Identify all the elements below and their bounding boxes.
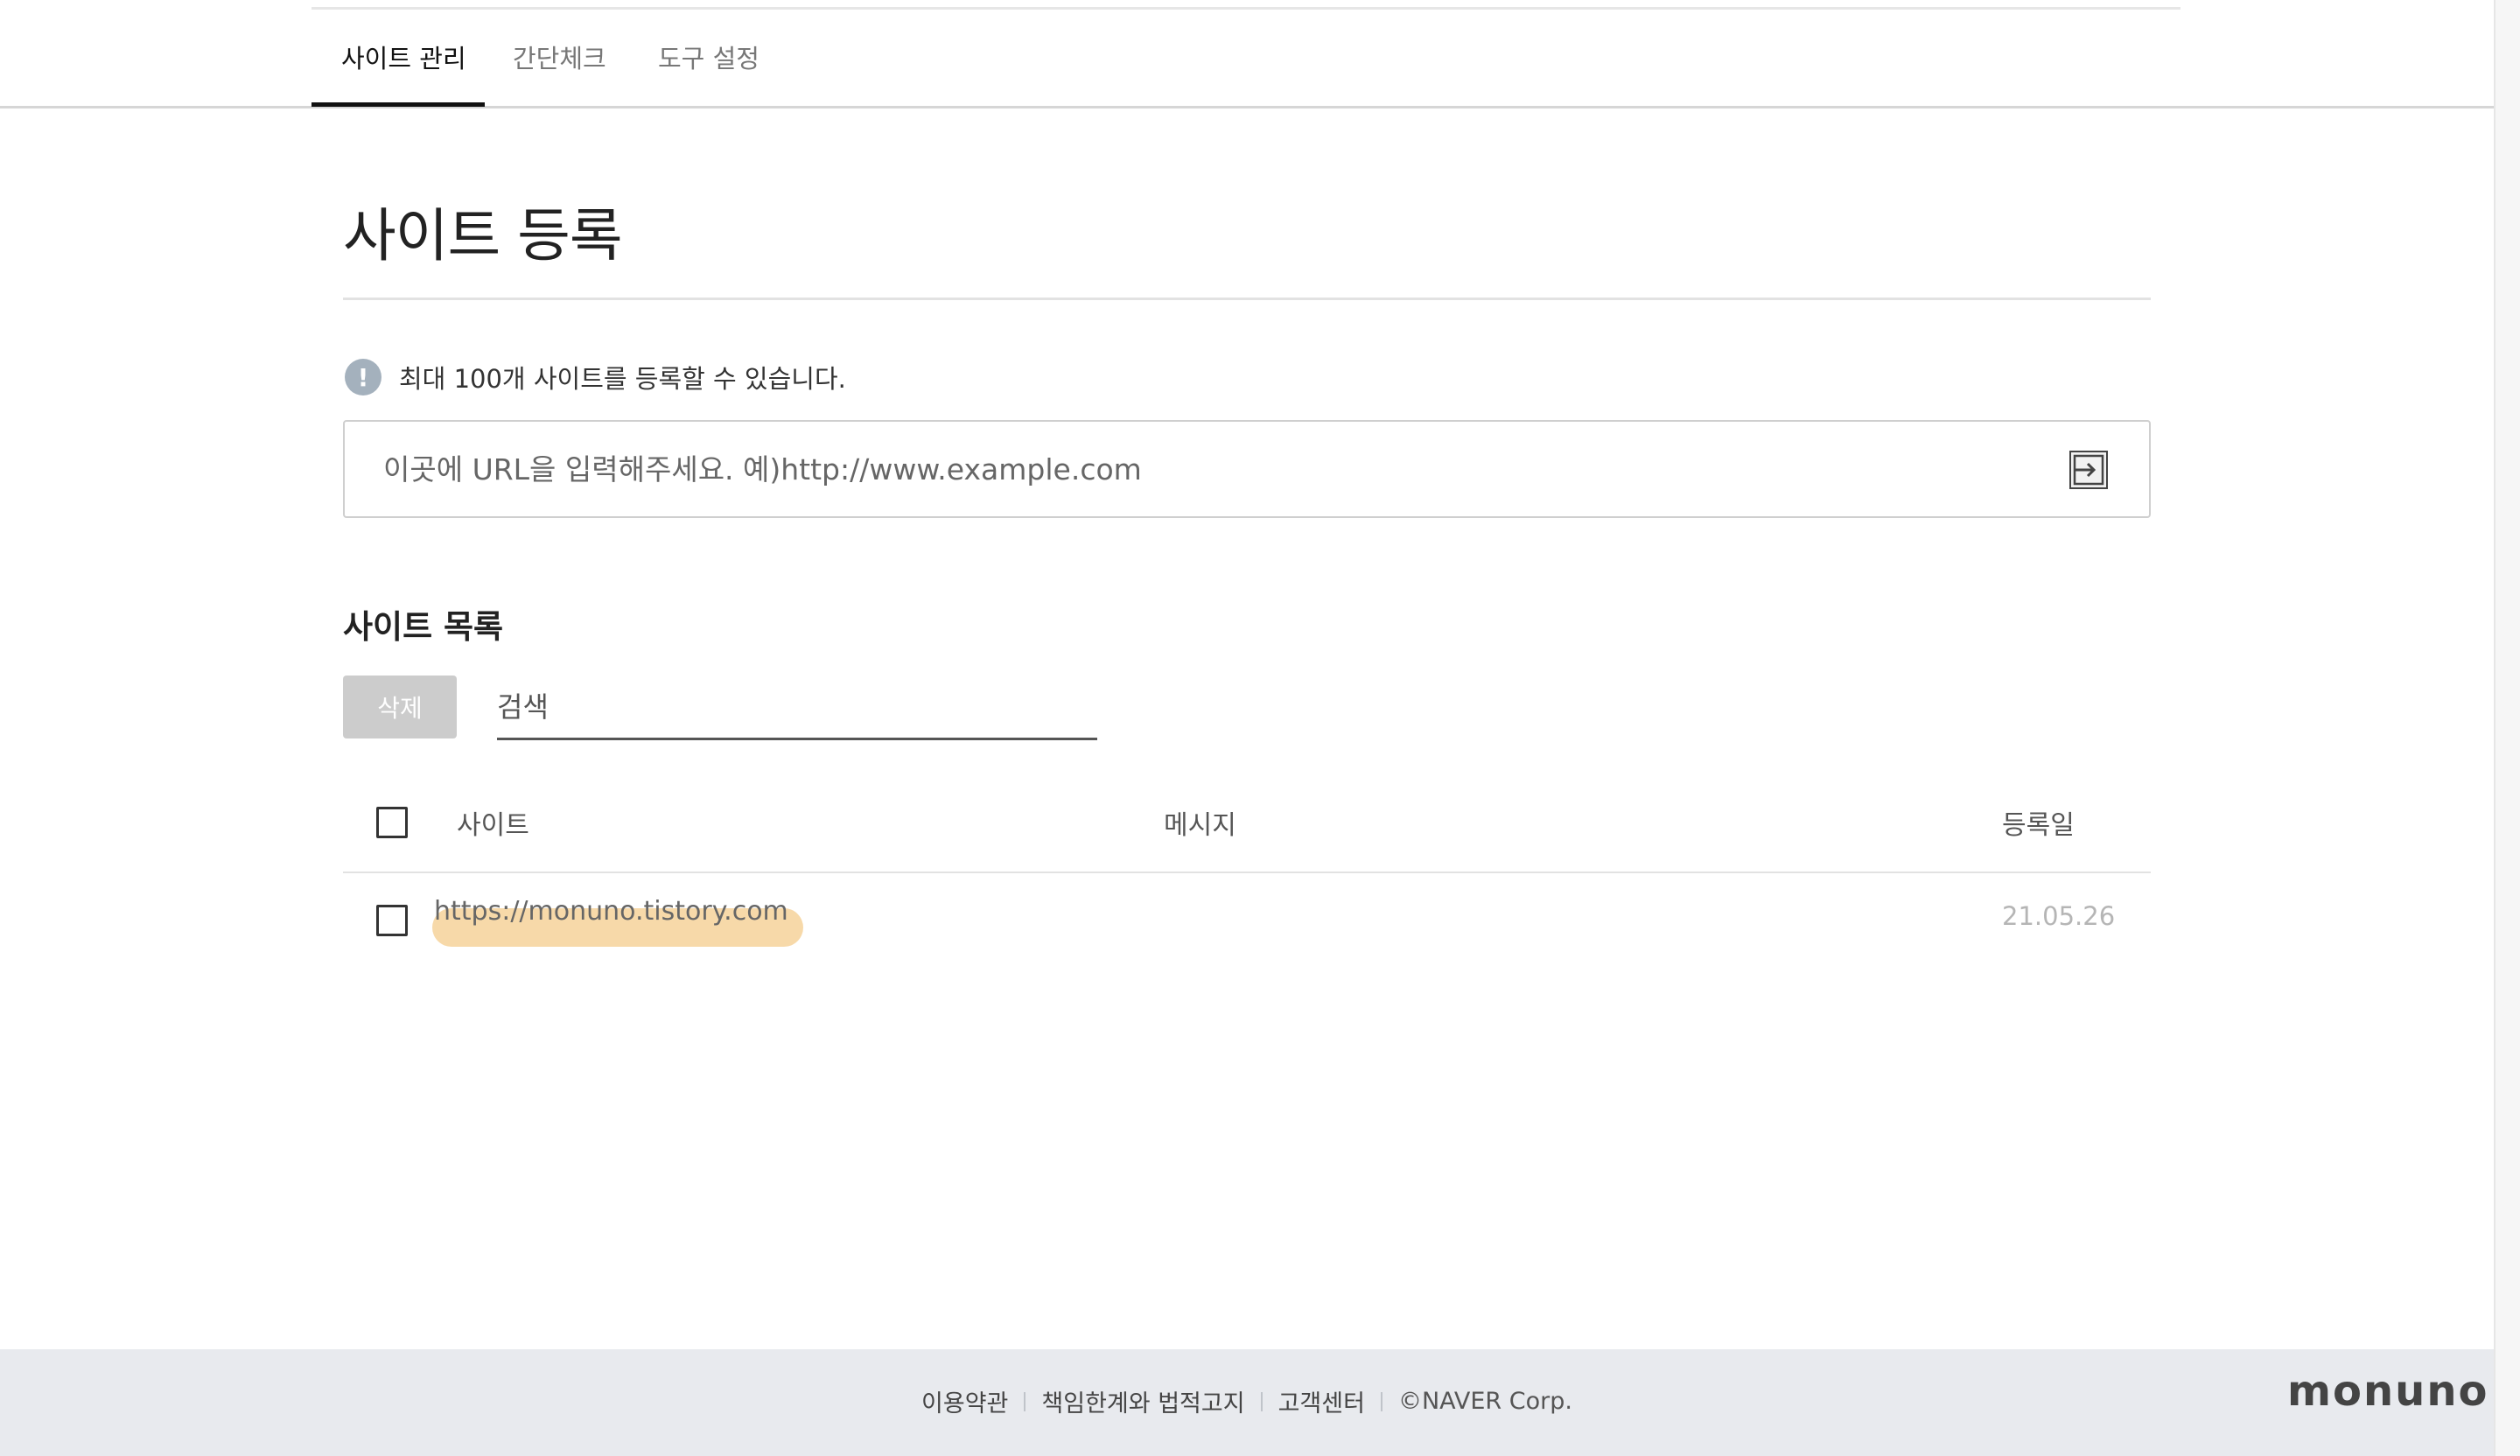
table-header: 사이트 메시지 등록일 <box>343 788 2151 873</box>
url-input-box <box>343 420 2151 518</box>
footer-link-terms[interactable]: 이용약관 <box>921 1384 1008 1418</box>
footer-separator <box>1380 1391 1382 1411</box>
site-list-title: 사이트 목록 <box>343 608 504 646</box>
footer-link-legal[interactable]: 책임한계와 법적고지 <box>1041 1384 1244 1418</box>
scrollbar[interactable] <box>2494 0 2520 1456</box>
select-all-checkbox[interactable] <box>376 807 408 838</box>
column-header-site: 사이트 <box>457 810 529 841</box>
tab-quick-check[interactable]: 간단체크 <box>513 38 606 108</box>
footer-links: 이용약관 책임한계와 법적고지 고객센터 ©NAVER Corp. <box>0 1384 2494 1418</box>
delete-button[interactable]: 삭제 <box>343 676 457 738</box>
enter-arrow-icon <box>2069 451 2108 489</box>
footer: 이용약관 책임한계와 법적고지 고객센터 ©NAVER Corp. monuno <box>0 1349 2494 1456</box>
search-input[interactable] <box>497 676 1097 738</box>
registration-date: 21.05.26 <box>2002 901 2116 931</box>
table-row: https://monuno.tistory.com 21.05.26 <box>343 875 2151 968</box>
url-input[interactable] <box>383 422 2046 516</box>
submit-url-button[interactable] <box>2067 448 2110 492</box>
notice-text: 최대 100개 사이트를 등록할 수 있습니다. <box>399 364 846 394</box>
exclamation-circle-icon: ! <box>345 359 382 396</box>
tab-bar: 사이트 관리 간단체크 도구 설정 <box>0 0 2494 108</box>
tab-site-management[interactable]: 사이트 관리 <box>341 38 466 108</box>
footer-link-support[interactable]: 고객센터 <box>1278 1384 1365 1418</box>
registration-notice: ! 최대 100개 사이트를 등록할 수 있습니다. <box>345 359 846 396</box>
tab-tool-settings[interactable]: 도구 설정 <box>658 38 760 108</box>
footer-separator <box>1024 1391 1026 1411</box>
title-divider <box>343 298 2151 300</box>
footer-separator <box>1260 1391 1263 1411</box>
brand-logo: monuno <box>2287 1367 2489 1416</box>
page-title: 사이트 등록 <box>343 202 623 270</box>
copyright: ©NAVER Corp. <box>1397 1388 1572 1415</box>
search-field <box>497 676 1097 740</box>
column-header-date: 등록일 <box>2002 810 2075 841</box>
active-tab-indicator <box>312 102 485 107</box>
site-url-link[interactable]: https://monuno.tistory.com <box>434 896 788 927</box>
column-header-message: 메시지 <box>1164 810 1236 841</box>
row-checkbox[interactable] <box>376 905 408 936</box>
